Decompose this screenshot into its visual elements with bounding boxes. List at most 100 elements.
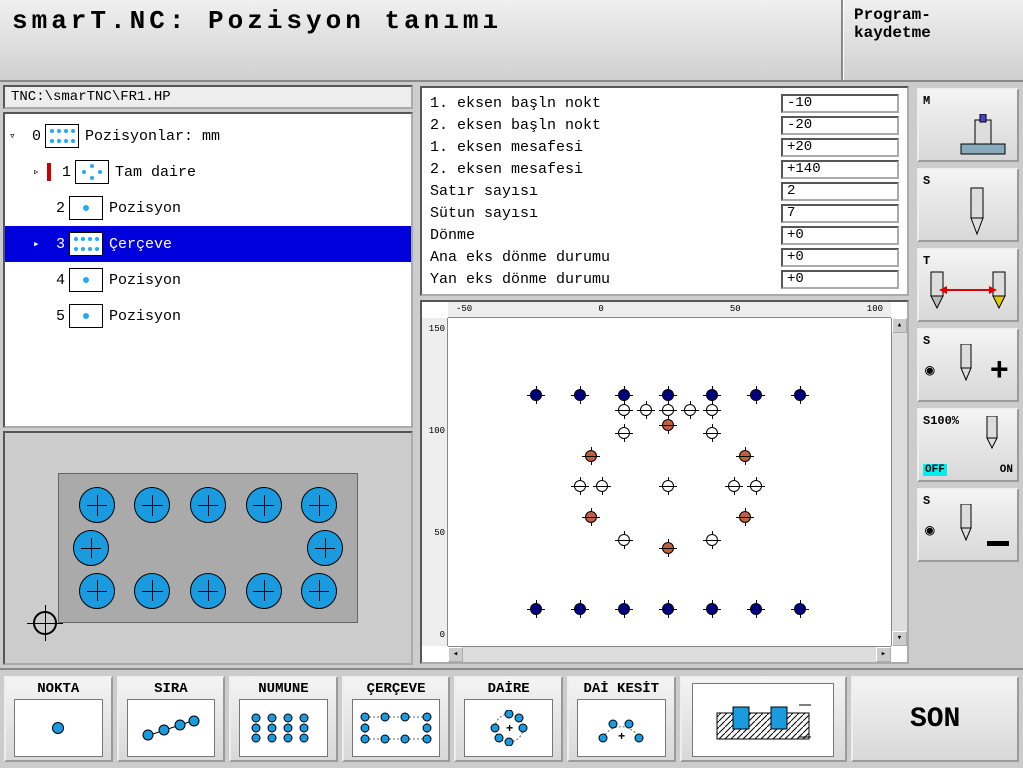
pattern-preview <box>3 431 413 665</box>
s-button[interactable]: S <box>917 168 1019 242</box>
file-path: TNC:\smarTNC\FR1.HP <box>3 85 413 109</box>
origin-icon <box>33 611 57 635</box>
scroll-right-icon[interactable]: ▸ <box>876 647 891 662</box>
softkey-nokta[interactable]: NOKTA <box>4 676 113 762</box>
pattern-icon <box>69 268 103 292</box>
param-label: 1. eksen mesafesi <box>430 139 781 156</box>
tree-item-4[interactable]: 4Pozisyon <box>5 262 411 298</box>
plot-point <box>749 388 763 402</box>
param-input-8[interactable] <box>781 270 899 289</box>
param-label: Dönme <box>430 227 781 244</box>
plot-point <box>705 533 719 547</box>
m-button[interactable]: M <box>917 88 1019 162</box>
param-input-3[interactable] <box>781 160 899 179</box>
scroll-down-icon[interactable]: ▾ <box>892 631 907 646</box>
plot-point <box>661 541 675 555</box>
dial-icon: ◉ <box>925 360 935 380</box>
pattern-icon <box>69 232 103 256</box>
param-input-0[interactable] <box>781 94 899 113</box>
circle-icon: + <box>464 699 553 757</box>
plot-point <box>749 479 763 493</box>
page-title: smarT.NC: Pozisyon tanımı <box>12 6 502 36</box>
scroll-left-icon[interactable]: ◂ <box>448 647 463 662</box>
plot-point <box>529 388 543 402</box>
spindle-icon <box>955 344 977 384</box>
softkey-son[interactable]: SON <box>851 676 1019 762</box>
param-input-1[interactable] <box>781 116 899 135</box>
scroll-up-icon[interactable]: ▴ <box>892 318 907 333</box>
plot-point <box>573 388 587 402</box>
plot-point <box>617 388 631 402</box>
plot-point <box>705 426 719 440</box>
param-label: Sütun sayısı <box>430 205 781 222</box>
off-toggle[interactable]: OFF <box>923 464 947 476</box>
frame-icon <box>352 699 441 757</box>
softkey-bar: NOKTA SIRA NUMUNE ÇERÇEVE <box>0 668 1023 768</box>
param-label: 2. eksen başln nokt <box>430 117 781 134</box>
s100-button[interactable]: S100% OFF ON <box>917 408 1019 482</box>
spindle-icon <box>961 186 993 238</box>
softkey-daikesit[interactable]: DAİ KESİT + <box>567 676 676 762</box>
param-input-7[interactable] <box>781 248 899 267</box>
t-button[interactable]: T <box>917 248 1019 322</box>
plot-point <box>617 602 631 616</box>
plot-point <box>705 602 719 616</box>
param-label: Ana eks dönme durumu <box>430 249 781 266</box>
plot-point <box>661 403 675 417</box>
tree-item-2[interactable]: 2Pozisyon <box>5 190 411 226</box>
program-save-button[interactable]: Program- kaydetme <box>843 0 1023 80</box>
on-toggle[interactable]: ON <box>1000 464 1013 476</box>
param-input-4[interactable] <box>781 182 899 201</box>
svg-text:+: + <box>618 730 625 744</box>
plot-point <box>661 602 675 616</box>
position-tree[interactable]: ▿0Pozisyonlar: mm▹1Tam daire2Pozisyon▸3Ç… <box>3 112 413 428</box>
graphics-viewport[interactable]: -50050100 150100500 ◂ ▸ ▴ ▾ <box>420 300 909 664</box>
plot-point <box>584 510 598 524</box>
softkey-section[interactable] <box>680 676 848 762</box>
plot-point <box>793 388 807 402</box>
pattern-icon <box>45 124 79 148</box>
param-label: Satır sayısı <box>430 183 781 200</box>
plot-point <box>705 403 719 417</box>
plot-point <box>793 602 807 616</box>
plot-point <box>617 533 631 547</box>
param-input-6[interactable] <box>781 226 899 245</box>
plot-point <box>705 388 719 402</box>
param-label: 2. eksen mesafesi <box>430 161 781 178</box>
plot-point <box>661 388 675 402</box>
tree-item-0[interactable]: ▿0Pozisyonlar: mm <box>5 118 411 154</box>
plot-point <box>529 602 543 616</box>
ruler-x: -50050100 <box>448 302 891 318</box>
tree-item-5[interactable]: 5Pozisyon <box>5 298 411 334</box>
s-plus-button[interactable]: S ◉ + <box>917 328 1019 402</box>
pattern-icon <box>69 304 103 328</box>
dial-icon: ◉ <box>925 520 935 540</box>
softkey-cerceve[interactable]: ÇERÇEVE <box>342 676 451 762</box>
canvas <box>448 318 891 646</box>
plot-point <box>573 479 587 493</box>
param-input-5[interactable] <box>781 204 899 223</box>
param-label: Yan eks dönme durumu <box>430 271 781 288</box>
s-minus-button[interactable]: S ◉ <box>917 488 1019 562</box>
plot-point <box>661 479 675 493</box>
param-input-2[interactable] <box>781 138 899 157</box>
plot-point <box>573 602 587 616</box>
machine-icon <box>953 114 1013 158</box>
plot-point <box>749 602 763 616</box>
tree-item-3[interactable]: ▸3Çerçeve <box>5 226 411 262</box>
tree-item-1[interactable]: ▹1Tam daire <box>5 154 411 190</box>
softkey-numune[interactable]: NUMUNE <box>229 676 338 762</box>
softkey-daire[interactable]: DAİRE + <box>454 676 563 762</box>
softkey-sira[interactable]: SIRA <box>117 676 226 762</box>
v-scrollbar[interactable]: ▴ ▾ <box>891 318 907 646</box>
spindle-icon <box>981 416 1003 452</box>
row-icon <box>127 699 216 757</box>
pattern-icon <box>239 699 328 757</box>
h-scrollbar[interactable]: ◂ ▸ <box>448 646 891 662</box>
plot-point <box>661 418 675 432</box>
svg-text:+: + <box>506 722 513 736</box>
arc-icon: + <box>577 699 666 757</box>
plot-point <box>727 479 741 493</box>
plot-point <box>738 510 752 524</box>
plot-point <box>683 403 697 417</box>
